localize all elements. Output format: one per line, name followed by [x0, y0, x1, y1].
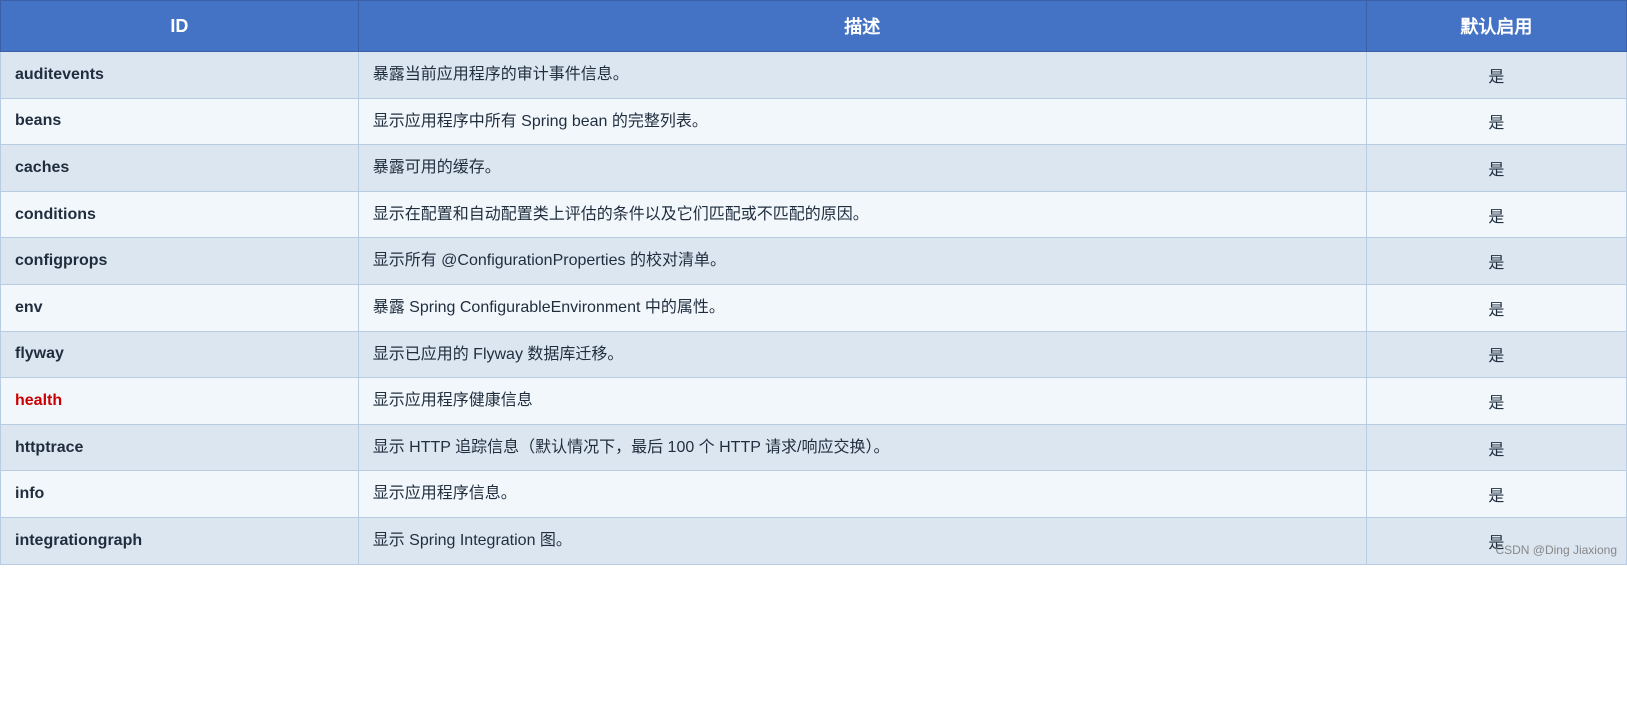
- cell-desc-info: 显示应用程序信息。: [358, 471, 1366, 518]
- table-row: integrationgraph显示 Spring Integration 图。…: [1, 517, 1627, 564]
- cell-default-configprops: 是: [1366, 238, 1626, 285]
- cell-id-conditions: conditions: [1, 191, 359, 238]
- table-row: httptrace显示 HTTP 追踪信息（默认情况下，最后 100 个 HTT…: [1, 424, 1627, 471]
- cell-default-auditevents: 是: [1366, 52, 1626, 99]
- cell-desc-beans: 显示应用程序中所有 Spring bean 的完整列表。: [358, 98, 1366, 145]
- header-desc: 描述: [358, 1, 1366, 52]
- table-row: configprops显示所有 @ConfigurationProperties…: [1, 238, 1627, 285]
- cell-default-conditions: 是: [1366, 191, 1626, 238]
- cell-default-beans: 是: [1366, 98, 1626, 145]
- cell-id-flyway: flyway: [1, 331, 359, 378]
- cell-desc-integrationgraph: 显示 Spring Integration 图。: [358, 517, 1366, 564]
- cell-desc-configprops: 显示所有 @ConfigurationProperties 的校对清单。: [358, 238, 1366, 285]
- cell-id-env: env: [1, 284, 359, 331]
- cell-id-beans: beans: [1, 98, 359, 145]
- table-row: env暴露 Spring ConfigurableEnvironment 中的属…: [1, 284, 1627, 331]
- cell-default-httptrace: 是: [1366, 424, 1626, 471]
- cell-id-health: health: [1, 378, 359, 425]
- cell-desc-conditions: 显示在配置和自动配置类上评估的条件以及它们匹配或不匹配的原因。: [358, 191, 1366, 238]
- cell-desc-caches: 暴露可用的缓存。: [358, 145, 1366, 192]
- cell-desc-health: 显示应用程序健康信息: [358, 378, 1366, 425]
- cell-default-info: 是: [1366, 471, 1626, 518]
- header-default: 默认启用: [1366, 1, 1626, 52]
- table-row: info显示应用程序信息。是: [1, 471, 1627, 518]
- cell-default-health: 是: [1366, 378, 1626, 425]
- cell-default-env: 是: [1366, 284, 1626, 331]
- cell-default-integrationgraph: 是: [1366, 517, 1626, 564]
- cell-desc-httptrace: 显示 HTTP 追踪信息（默认情况下，最后 100 个 HTTP 请求/响应交换…: [358, 424, 1366, 471]
- cell-desc-flyway: 显示已应用的 Flyway 数据库迁移。: [358, 331, 1366, 378]
- cell-default-caches: 是: [1366, 145, 1626, 192]
- table-row: auditevents暴露当前应用程序的审计事件信息。是: [1, 52, 1627, 99]
- table-row: flyway显示已应用的 Flyway 数据库迁移。是: [1, 331, 1627, 378]
- cell-id-info: info: [1, 471, 359, 518]
- watermark-text: CSDN @Ding Jiaxiong: [1495, 543, 1617, 557]
- cell-default-flyway: 是: [1366, 331, 1626, 378]
- header-id: ID: [1, 1, 359, 52]
- cell-id-httptrace: httptrace: [1, 424, 359, 471]
- cell-id-caches: caches: [1, 145, 359, 192]
- table-row: caches暴露可用的缓存。是: [1, 145, 1627, 192]
- cell-desc-env: 暴露 Spring ConfigurableEnvironment 中的属性。: [358, 284, 1366, 331]
- table-row: beans显示应用程序中所有 Spring bean 的完整列表。是: [1, 98, 1627, 145]
- table-row: health显示应用程序健康信息是: [1, 378, 1627, 425]
- cell-id-integrationgraph: integrationgraph: [1, 517, 359, 564]
- cell-desc-auditevents: 暴露当前应用程序的审计事件信息。: [358, 52, 1366, 99]
- table-row: conditions显示在配置和自动配置类上评估的条件以及它们匹配或不匹配的原因…: [1, 191, 1627, 238]
- cell-id-configprops: configprops: [1, 238, 359, 285]
- cell-id-auditevents: auditevents: [1, 52, 359, 99]
